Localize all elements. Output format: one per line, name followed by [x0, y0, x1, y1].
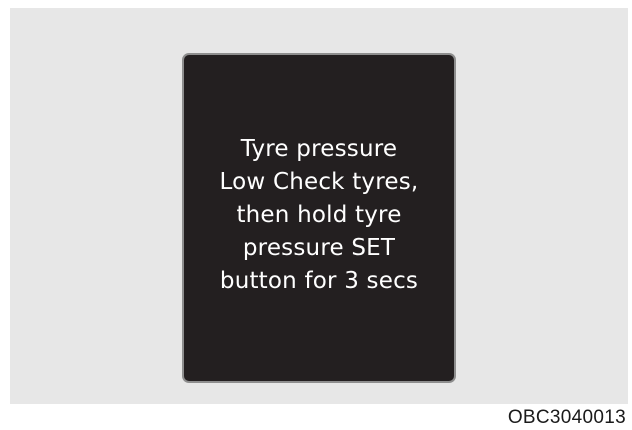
message-line-4: pressure SET	[242, 234, 396, 261]
message-line-1: Tyre pressure	[240, 135, 398, 162]
message-line-3: then hold tyre	[236, 201, 402, 228]
cluster-display-screen: Tyre pressure Low Check tyres, then hold…	[182, 53, 456, 383]
message-line-5: button for 3 secs	[219, 267, 419, 294]
tyre-pressure-warning-message: Tyre pressure Low Check tyres, then hold…	[220, 133, 419, 298]
message-line-2: Low Check tyres,	[219, 168, 419, 195]
figure-code-label: OBC3040013	[507, 407, 626, 428]
